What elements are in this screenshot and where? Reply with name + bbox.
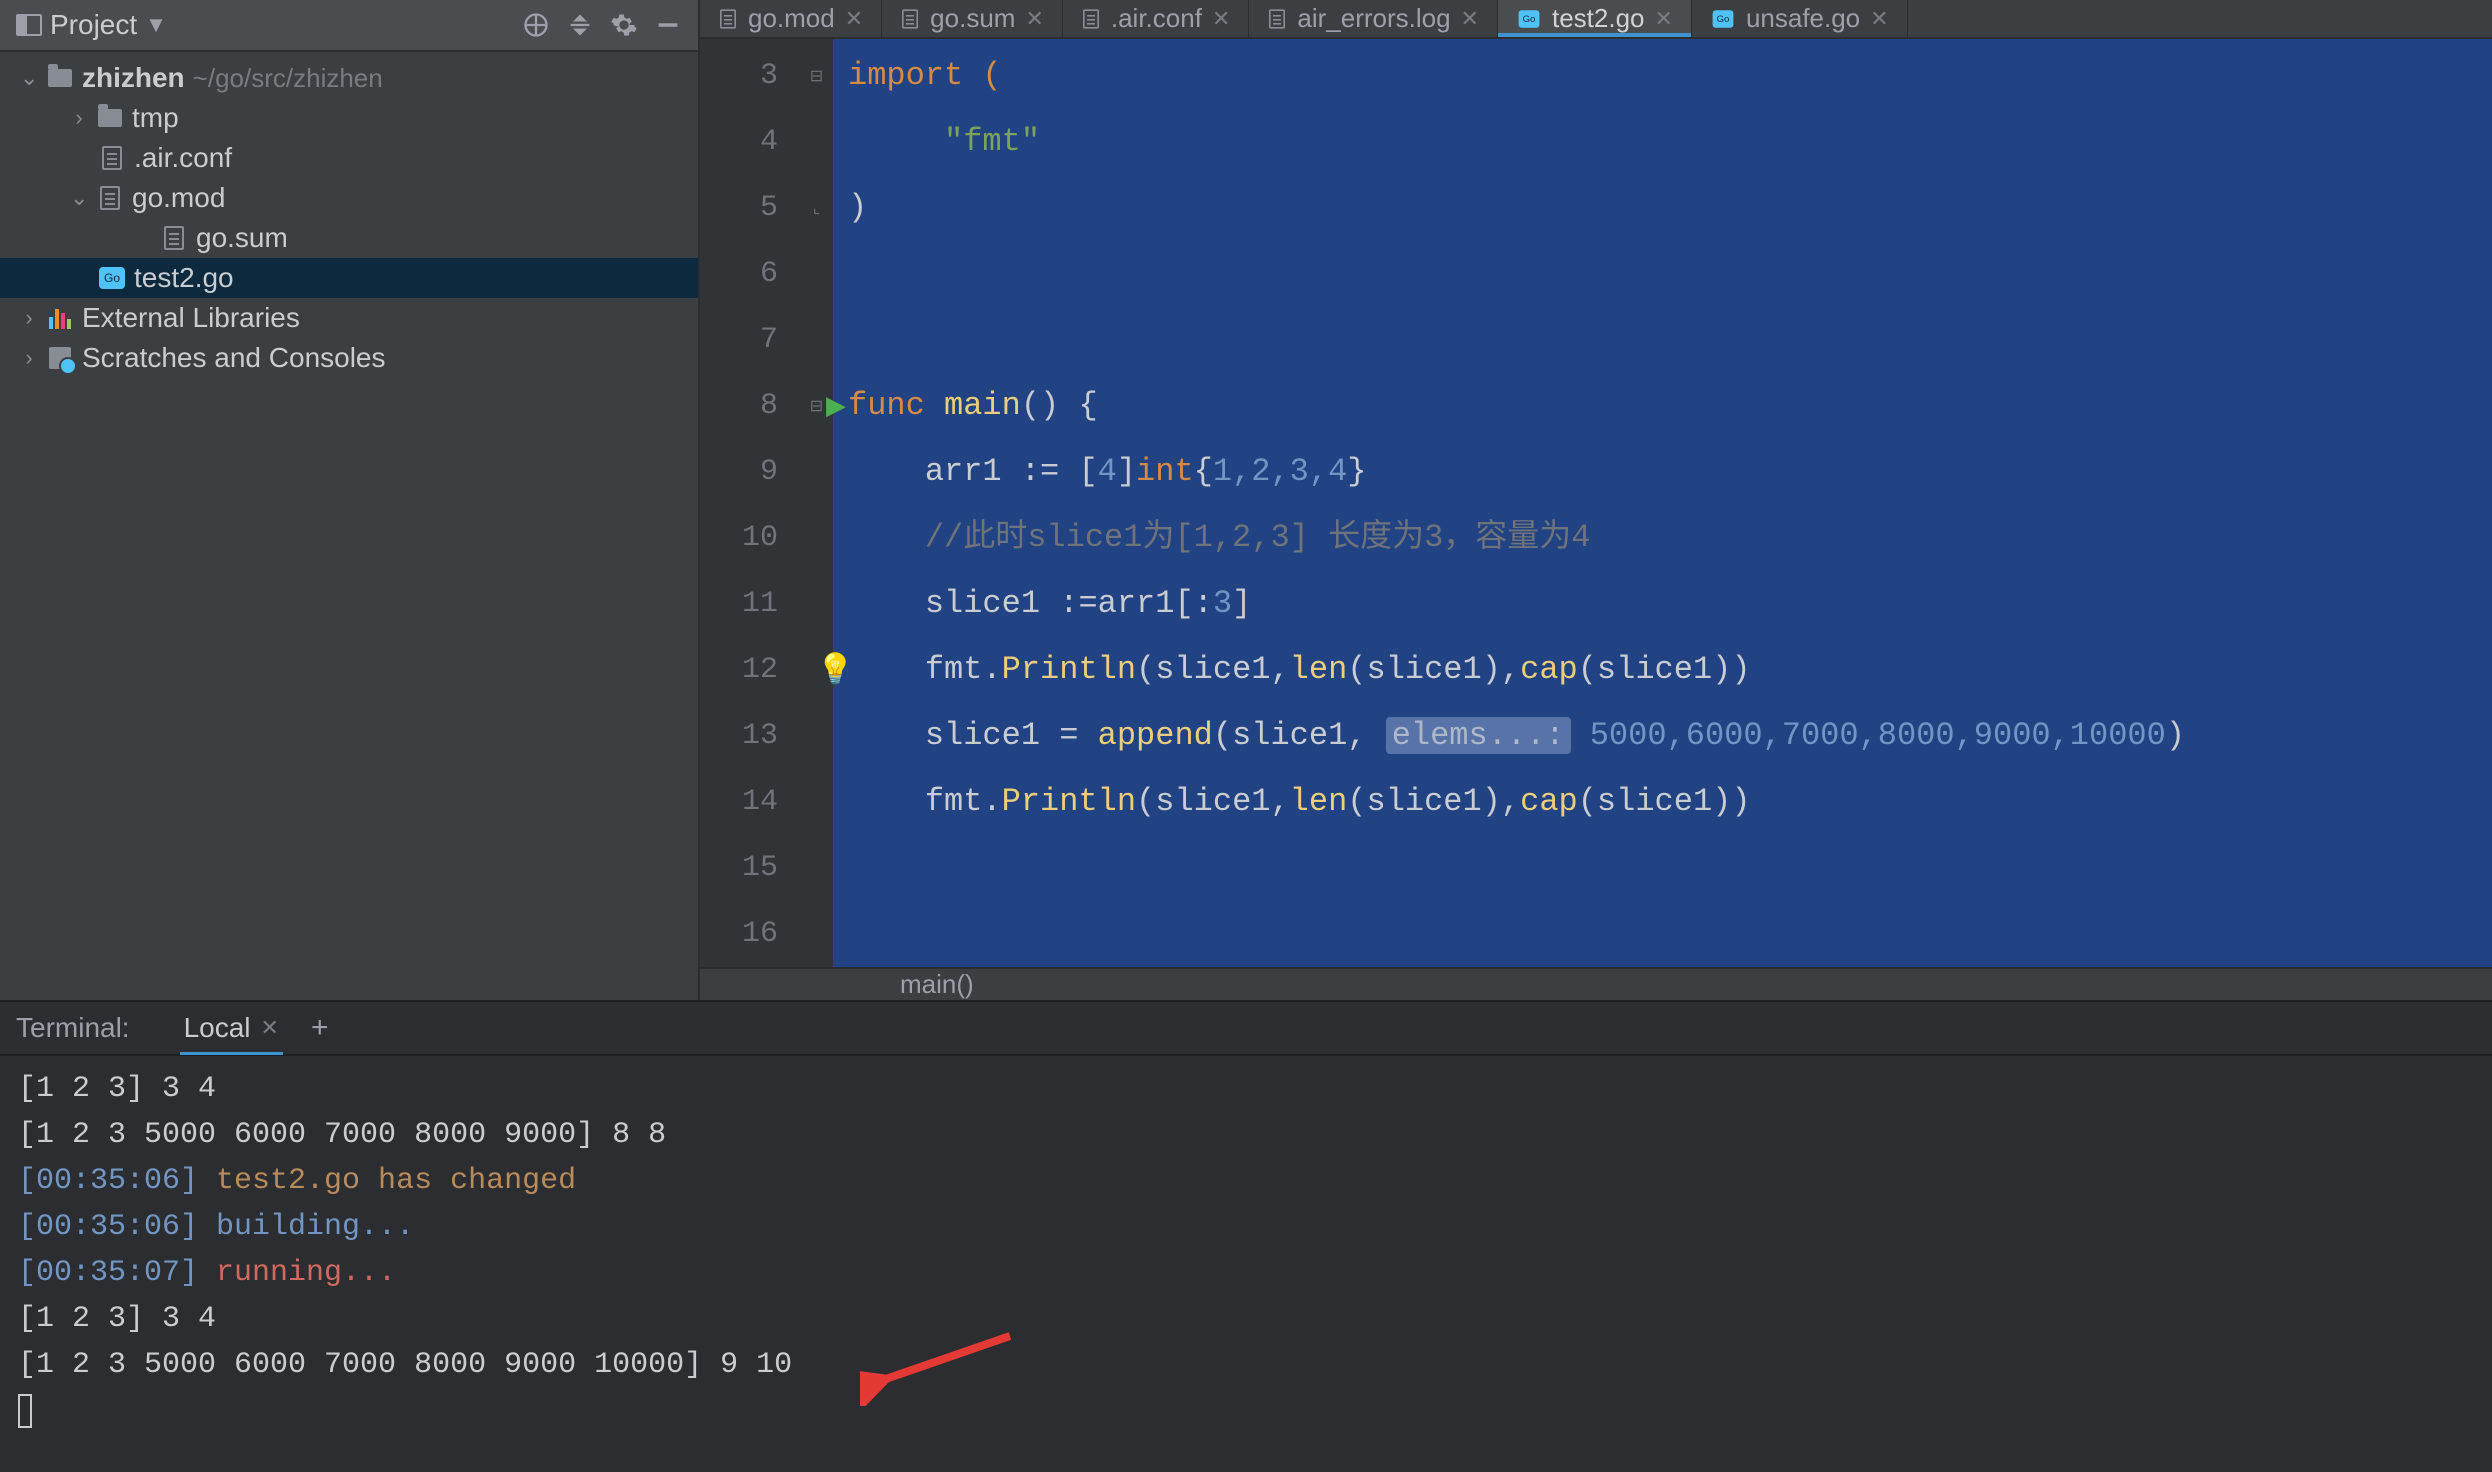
terminal-cursor <box>18 1394 32 1428</box>
tab-air-errors[interactable]: air_errors.log✕ <box>1249 0 1498 37</box>
editor-area: go.mod✕ go.sum✕ .air.conf✕ air_errors.lo… <box>700 0 2492 1000</box>
gutter-line: 16 <box>700 901 800 967</box>
sidebar-header: Project ▼ <box>0 0 698 52</box>
close-icon[interactable]: ✕ <box>1461 6 1479 32</box>
library-icon <box>49 307 71 329</box>
gutter-line: 5 <box>700 175 800 241</box>
gutter-line: 11 <box>700 571 800 637</box>
go-file-icon: Go <box>99 267 125 289</box>
tree-item-airconf[interactable]: .air.conf <box>0 138 698 178</box>
project-tree: ⌄ zhizhen ~/go/src/zhizhen › tmp .air.co… <box>0 52 698 378</box>
gutter-line: 3 <box>700 43 800 109</box>
add-terminal-button[interactable]: + <box>303 1011 337 1045</box>
hide-panel-icon[interactable] <box>646 3 690 47</box>
chevron-down-icon: ⌄ <box>20 65 38 91</box>
project-sidebar: Project ▼ ⌄ zhizhen ~/go/src/zhizhen › <box>0 0 700 1000</box>
file-icon <box>1083 9 1099 28</box>
tab-unsafe[interactable]: Gounsafe.go✕ <box>1692 0 1908 37</box>
gutter-line: 4 <box>700 109 800 175</box>
code-editor[interactable]: 345678▶9101112💡13141516 ⊟⌞⊟ import ( "fm… <box>700 39 2492 967</box>
project-dropdown[interactable]: Project ▼ <box>8 5 175 45</box>
file-icon <box>100 186 120 210</box>
chevron-down-icon: ▼ <box>145 12 167 38</box>
breadcrumb[interactable]: main() <box>700 967 2492 1000</box>
terminal-tab-local[interactable]: Local✕ <box>180 1002 283 1055</box>
tree-item-tmp[interactable]: › tmp <box>0 98 698 138</box>
terminal-tabbar: Terminal: Local✕ + <box>0 1002 2492 1056</box>
line-gutter: 345678▶9101112💡13141516 <box>700 39 800 967</box>
close-icon[interactable]: ✕ <box>1870 6 1888 32</box>
terminal-title: Terminal: <box>16 1012 130 1044</box>
tab-go-sum[interactable]: go.sum✕ <box>882 0 1063 37</box>
close-icon[interactable]: ✕ <box>1212 6 1230 32</box>
go-file-icon: Go <box>1713 10 1734 28</box>
file-icon <box>102 146 122 170</box>
close-icon[interactable]: ✕ <box>1655 6 1673 32</box>
terminal-panel: Terminal: Local✕ + [1 2 3] 3 4 [1 2 3 50… <box>0 1000 2492 1472</box>
tree-item-test2[interactable]: Go test2.go <box>0 258 698 298</box>
terminal-output[interactable]: [1 2 3] 3 4 [1 2 3 5000 6000 7000 8000 9… <box>0 1056 2492 1472</box>
intention-bulb-icon[interactable]: 💡 <box>817 652 854 689</box>
gutter-line: 8▶ <box>700 373 800 439</box>
gutter-line: 6 <box>700 241 800 307</box>
chevron-right-icon: › <box>20 305 38 331</box>
expand-all-icon[interactable] <box>558 3 602 47</box>
scratches-icon <box>49 347 71 369</box>
folder-icon <box>48 69 72 87</box>
select-opened-file-icon[interactable] <box>514 3 558 47</box>
tab-test2[interactable]: Gotest2.go✕ <box>1498 0 1692 37</box>
project-panel-icon <box>16 14 42 36</box>
root-path: ~/go/src/zhizhen <box>193 63 383 94</box>
run-gutter-icon[interactable]: ▶ <box>826 391 846 422</box>
tree-external-libraries[interactable]: › External Libraries <box>0 298 698 338</box>
gutter-line: 13 <box>700 703 800 769</box>
tree-scratches[interactable]: › Scratches and Consoles <box>0 338 698 378</box>
file-icon <box>720 9 736 28</box>
chevron-right-icon: › <box>20 345 38 371</box>
gutter-line: 9 <box>700 439 800 505</box>
file-icon <box>1269 9 1285 28</box>
gutter-line: 12💡 <box>700 637 800 703</box>
gutter-line: 14 <box>700 769 800 835</box>
tree-item-gomod[interactable]: ⌄ go.mod <box>0 178 698 218</box>
folder-icon <box>98 109 122 127</box>
close-icon[interactable]: ✕ <box>845 6 863 32</box>
file-icon <box>164 226 184 250</box>
chevron-down-icon: ⌄ <box>70 185 88 211</box>
editor-tabbar: go.mod✕ go.sum✕ .air.conf✕ air_errors.lo… <box>700 0 2492 39</box>
gutter-line: 7 <box>700 307 800 373</box>
project-title: Project <box>50 9 137 41</box>
gutter-line: 10 <box>700 505 800 571</box>
annotation-arrow-icon <box>860 1326 1020 1406</box>
tab-go-mod[interactable]: go.mod✕ <box>700 0 882 37</box>
code-content[interactable]: import ( "fmt" ) func main() { arr1 := [… <box>834 39 2492 967</box>
gutter-line: 15 <box>700 835 800 901</box>
root-name: zhizhen <box>82 62 185 94</box>
fold-column: ⊟⌞⊟ <box>800 39 834 967</box>
go-file-icon: Go <box>1519 10 1540 28</box>
close-icon[interactable]: ✕ <box>1025 6 1043 32</box>
file-icon <box>902 9 918 28</box>
close-icon[interactable]: ✕ <box>261 1015 279 1041</box>
chevron-right-icon: › <box>70 105 88 131</box>
tab-air-conf[interactable]: .air.conf✕ <box>1063 0 1250 37</box>
tree-root[interactable]: ⌄ zhizhen ~/go/src/zhizhen <box>0 58 698 98</box>
settings-gear-icon[interactable] <box>602 3 646 47</box>
tree-item-gosum[interactable]: go.sum <box>0 218 698 258</box>
